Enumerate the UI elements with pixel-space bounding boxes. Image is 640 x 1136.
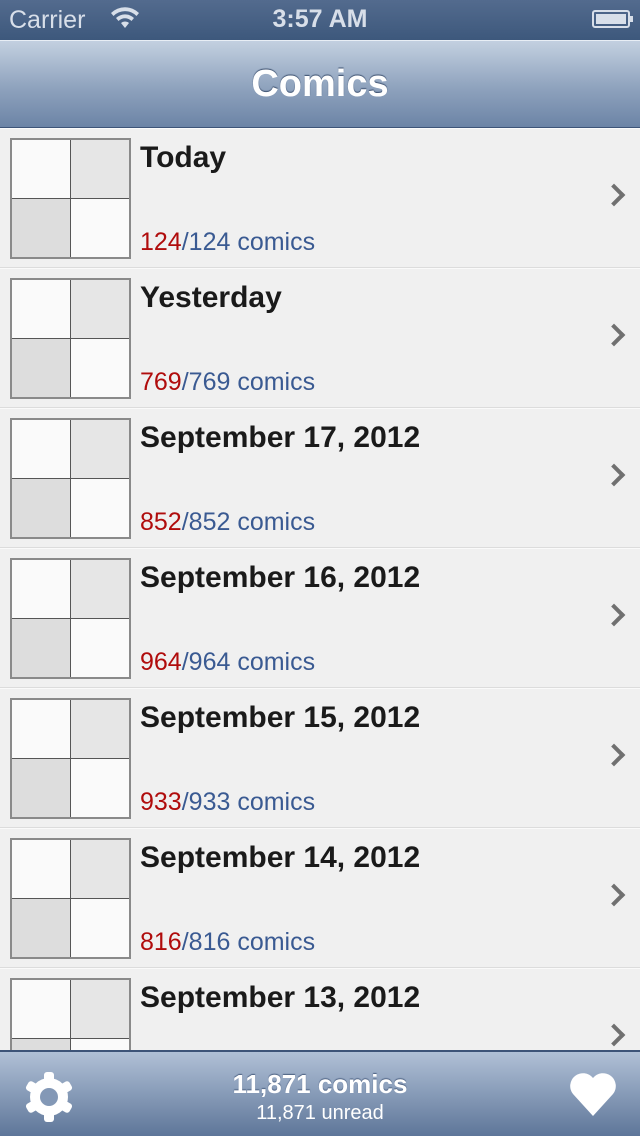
- comic-thumbnail: [10, 138, 131, 259]
- navigation-bar: Comics: [0, 40, 640, 128]
- row-title: Today: [140, 141, 227, 174]
- row-count: 769/769 comics: [140, 368, 315, 397]
- row-title: September 15, 2012: [140, 701, 421, 734]
- total-comics: 11,871 comics: [232, 1069, 408, 1099]
- read-count: 852: [140, 508, 182, 536]
- read-count: 964: [140, 648, 182, 676]
- read-count: 816: [140, 928, 182, 956]
- comic-thumbnail: [10, 278, 131, 399]
- chevron-right-icon: [602, 603, 626, 627]
- list-item[interactable]: September 17, 2012 852/852 comics: [0, 408, 640, 548]
- row-title: September 14, 2012: [140, 841, 421, 874]
- status-bar: Carrier 3:57 AM: [0, 0, 640, 40]
- chevron-right-icon: [602, 743, 626, 767]
- total-count: /964 comics: [181, 648, 316, 676]
- bottom-toolbar: 11,871 comics 11,871 unread: [0, 1050, 640, 1136]
- row-count: 964/964 comics: [140, 648, 315, 677]
- comics-list[interactable]: Today 124/124 comics Yesterday 769/769 c…: [0, 128, 640, 1050]
- battery-icon: [592, 10, 633, 28]
- gear-icon[interactable]: [22, 1070, 76, 1129]
- page-title: Comics: [251, 63, 389, 105]
- list-item[interactable]: September 15, 2012 933/933 comics: [0, 688, 640, 828]
- chevron-right-icon: [602, 1023, 626, 1047]
- row-count: 124/124 comics: [140, 228, 315, 257]
- list-item[interactable]: September 14, 2012 816/816 comics: [0, 828, 640, 968]
- heart-icon[interactable]: [568, 1072, 618, 1123]
- total-count: /769 comics: [181, 368, 316, 396]
- list-item[interactable]: Today 124/124 comics: [0, 128, 640, 268]
- row-count: 852/852 comics: [140, 508, 315, 537]
- comic-thumbnail: [10, 978, 131, 1050]
- unread-count: 11,871 unread: [256, 1102, 384, 1124]
- row-title: September 17, 2012: [140, 421, 421, 454]
- comic-thumbnail: [10, 418, 131, 539]
- clock: 3:57 AM: [272, 5, 368, 33]
- total-count: /933 comics: [181, 788, 316, 816]
- total-count: /124 comics: [181, 228, 316, 256]
- total-count: /852 comics: [181, 508, 316, 536]
- row-title: Yesterday: [140, 281, 282, 314]
- chevron-right-icon: [602, 183, 626, 207]
- list-item[interactable]: September 13, 2012: [0, 968, 640, 1050]
- row-count: 933/933 comics: [140, 788, 315, 817]
- list-item[interactable]: Yesterday 769/769 comics: [0, 268, 640, 408]
- row-count: 816/816 comics: [140, 928, 315, 957]
- list-item[interactable]: September 16, 2012 964/964 comics: [0, 548, 640, 688]
- total-count: /816 comics: [181, 928, 316, 956]
- row-title: September 13, 2012: [140, 981, 421, 1014]
- chevron-right-icon: [602, 463, 626, 487]
- chevron-right-icon: [602, 323, 626, 347]
- comic-thumbnail: [10, 838, 131, 959]
- row-title: September 16, 2012: [140, 561, 421, 594]
- comic-thumbnail: [10, 558, 131, 679]
- comic-thumbnail: [10, 698, 131, 819]
- chevron-right-icon: [602, 883, 626, 907]
- read-count: 769: [140, 368, 182, 396]
- read-count: 124: [140, 228, 182, 256]
- read-count: 933: [140, 788, 182, 816]
